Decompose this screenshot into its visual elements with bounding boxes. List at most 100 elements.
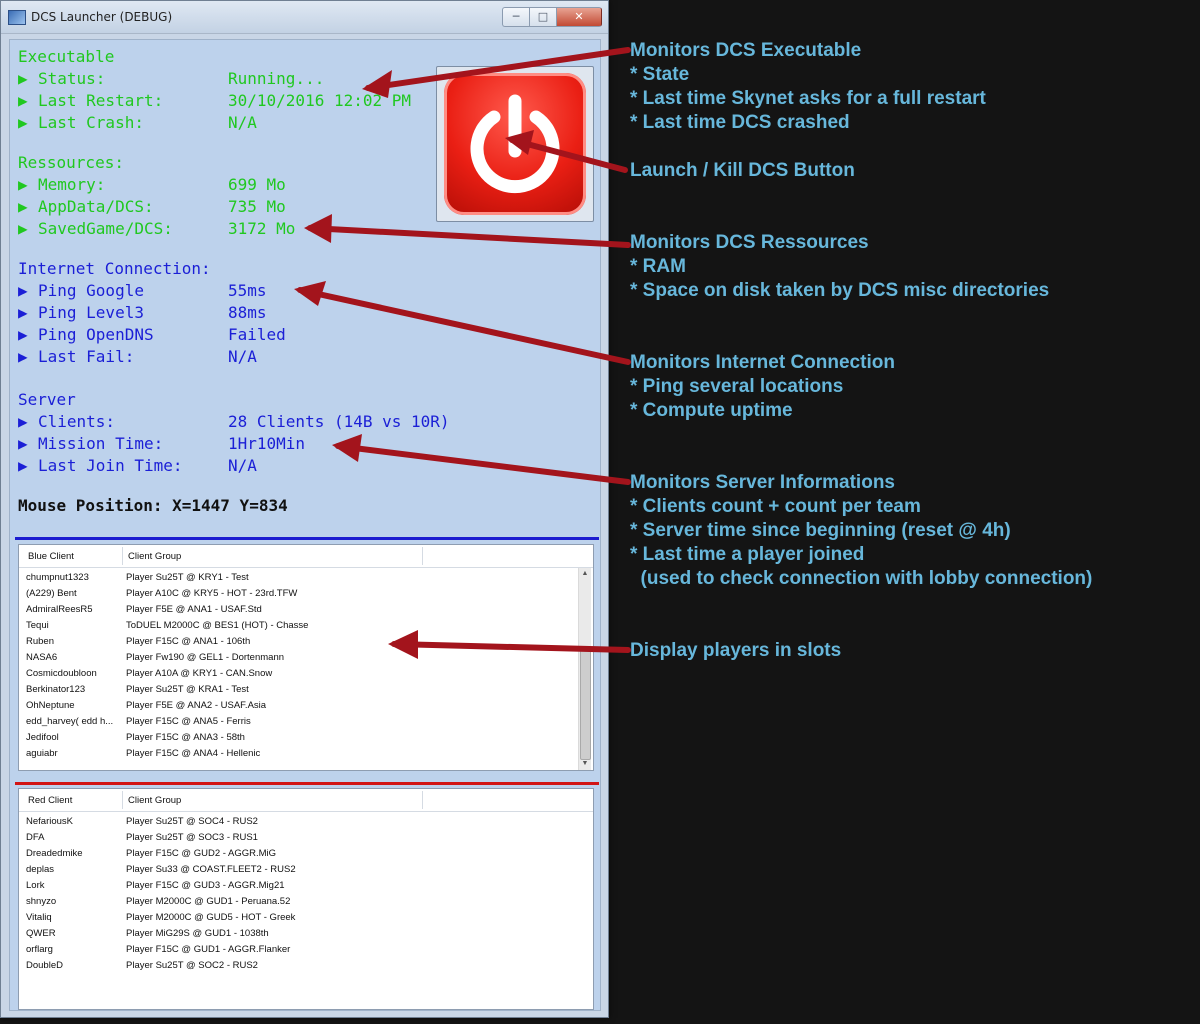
list-item[interactable]: Cosmicdoubloon Player A10A @ KRY1 - CAN.S…: [26, 668, 272, 684]
client-group: Player Su25T @ KRY1 - Test: [126, 572, 249, 583]
column-header-client-group[interactable]: Client Group: [128, 551, 181, 562]
client-name: Berkinator123: [26, 684, 86, 695]
column-separator: [422, 547, 423, 565]
client-name: DFA: [26, 832, 45, 843]
annotation-executable: Monitors DCS Executable * State * Last t…: [630, 40, 986, 133]
column-header-red-client[interactable]: Red Client: [28, 795, 72, 806]
column-separator: [122, 791, 123, 809]
client-group: Player F15C @ GUD2 - AGGR.MiG: [126, 848, 277, 859]
column-header-blue-client[interactable]: Blue Client: [28, 551, 74, 562]
client-name: OhNeptune: [26, 700, 75, 711]
last-restart-row: ▶ Last Restart: 30/10/2016 12:02 PM: [18, 90, 411, 112]
row-label: Last Restart:: [38, 91, 164, 110]
client-name: orflarg: [26, 944, 53, 955]
row-value: 30/10/2016 12:02 PM: [228, 91, 412, 110]
column-header-client-group[interactable]: Client Group: [128, 795, 181, 806]
section-title-internet: Internet Connection:: [18, 259, 211, 278]
client-name: NefariousK: [26, 816, 73, 827]
client-name: Vitaliq: [26, 912, 52, 923]
row-label: Clients:: [38, 412, 116, 431]
mouse-position: Mouse Position: X=1447 Y=834: [18, 496, 288, 515]
list-item[interactable]: Berkinator123 Player Su25T @ KRA1 - Test: [26, 684, 249, 700]
triangle-right-icon: ▶: [18, 456, 28, 475]
row-label: Status:: [38, 69, 106, 88]
client-group: Player Su25T @ SOC2 - RUS2: [126, 960, 258, 971]
triangle-right-icon: ▶: [18, 69, 28, 88]
client-group: Player Su33 @ COAST.FLEET2 - RUS2: [126, 864, 296, 875]
client-name: Tequi: [26, 620, 49, 631]
scroll-thumb[interactable]: [580, 648, 591, 760]
row-label: Ping Level3: [38, 303, 144, 322]
list-item[interactable]: shnyzo Player M2000C @ GUD1 - Peruana.52: [26, 896, 290, 912]
client-name: deplas: [26, 864, 54, 875]
list-item[interactable]: Lork Player F15C @ GUD3 - AGGR.Mig21: [26, 880, 285, 896]
client-group: Player Su25T @ KRA1 - Test: [126, 684, 249, 695]
row-value: 735 Mo: [228, 197, 286, 216]
annotation-server: Monitors Server Informations * Clients c…: [630, 472, 1093, 589]
client-name: Cosmicdoubloon: [26, 668, 97, 679]
list-item[interactable]: Jedifool Player F15C @ ANA3 - 58th: [26, 732, 245, 748]
blue-list-scrollbar[interactable]: ▲ ▼: [578, 568, 591, 770]
list-item[interactable]: NefariousK Player Su25T @ SOC4 - RUS2: [26, 816, 258, 832]
launcher-window: DCS Launcher (DEBUG) ─ □ ✕ Executable ▶ S…: [0, 0, 609, 1018]
section-title-executable: Executable: [18, 47, 115, 66]
power-icon: [470, 94, 560, 194]
list-item[interactable]: NASA6 Player Fw190 @ GEL1 - Dortenmann: [26, 652, 284, 668]
list-item[interactable]: orflarg Player F15C @ GUD1 - AGGR.Flanker: [26, 944, 290, 960]
title-bar[interactable]: DCS Launcher (DEBUG) ─ □ ✕: [1, 1, 608, 34]
app-icon: [8, 10, 26, 25]
red-list-header: Red Client Client Group: [19, 789, 593, 812]
client-name: Ruben: [26, 636, 54, 647]
minimize-button[interactable]: ─: [502, 7, 529, 27]
list-item[interactable]: edd_harvey( edd h... Player F15C @ ANA5 -…: [26, 716, 251, 732]
list-item[interactable]: (A229) Bent Player A10C @ KRY5 - HOT - 23…: [26, 588, 297, 604]
client-name: DoubleD: [26, 960, 63, 971]
ping-google-row: ▶ Ping Google 55ms: [18, 280, 267, 302]
section-title-server: Server: [18, 390, 76, 409]
mission-time-row: ▶ Mission Time: 1Hr10Min: [18, 433, 305, 455]
list-item[interactable]: OhNeptune Player F5E @ ANA2 - USAF.Asia: [26, 700, 266, 716]
triangle-right-icon: ▶: [18, 175, 28, 194]
last-fail-row: ▶ Last Fail: N/A: [18, 346, 257, 368]
triangle-right-icon: ▶: [18, 219, 28, 238]
list-item[interactable]: DFA Player Su25T @ SOC3 - RUS1: [26, 832, 258, 848]
red-client-list[interactable]: Red Client Client Group NefariousK Player…: [18, 788, 594, 1010]
row-label: Ping OpenDNS: [38, 325, 154, 344]
row-label: SavedGame/DCS:: [38, 219, 173, 238]
launch-kill-button[interactable]: [436, 66, 594, 222]
list-item[interactable]: DoubleD Player Su25T @ SOC2 - RUS2: [26, 960, 258, 976]
client-group: ToDUEL M2000C @ BES1 (HOT) - Chasse: [126, 620, 309, 631]
triangle-right-icon: ▶: [18, 325, 28, 344]
list-item[interactable]: Tequi ToDUEL M2000C @ BES1 (HOT) - Chasse: [26, 620, 308, 636]
scroll-up-icon[interactable]: ▲: [579, 568, 591, 580]
list-item[interactable]: AdmiralReesR5 Player F5E @ ANA1 - USAF.St…: [26, 604, 262, 620]
list-item[interactable]: Dreadedmike Player F15C @ GUD2 - AGGR.MiG: [26, 848, 276, 864]
window-title: DCS Launcher (DEBUG): [31, 10, 173, 24]
caption-buttons: ─ □ ✕: [502, 7, 602, 27]
blue-client-list[interactable]: Blue Client Client Group chumpnut1323 Pla…: [18, 544, 594, 771]
row-value: N/A: [228, 347, 257, 366]
list-item[interactable]: Vitaliq Player M2000C @ GUD5 - HOT - Gree…: [26, 912, 295, 928]
row-label: Mission Time:: [38, 434, 164, 453]
list-item[interactable]: aguiabr Player F15C @ ANA4 - Hellenic: [26, 748, 260, 764]
ping-opendns-row: ▶ Ping OpenDNS Failed: [18, 324, 286, 346]
client-name: Lork: [26, 880, 45, 891]
list-item[interactable]: chumpnut1323 Player Su25T @ KRY1 - Test: [26, 572, 249, 588]
annotation-players: Display players in slots: [630, 640, 842, 661]
column-separator: [422, 791, 423, 809]
power-button-face: [444, 73, 586, 215]
maximize-button[interactable]: □: [529, 7, 556, 27]
row-value: N/A: [228, 113, 257, 132]
triangle-right-icon: ▶: [18, 347, 28, 366]
list-item[interactable]: Ruben Player F15C @ ANA1 - 106th: [26, 636, 250, 652]
close-button[interactable]: ✕: [556, 7, 602, 27]
list-item[interactable]: QWER Player MiG29S @ GUD1 - 1038th: [26, 928, 269, 944]
client-group: Player Su25T @ SOC3 - RUS1: [126, 832, 258, 843]
annotation-resources: Monitors DCS Ressources * RAM * Space on…: [630, 232, 1050, 301]
row-label: Last Fail:: [38, 347, 135, 366]
scroll-down-icon[interactable]: ▼: [579, 758, 591, 770]
clients-row: ▶ Clients: 28 Clients (14B vs 10R): [18, 411, 450, 433]
triangle-right-icon: ▶: [18, 303, 28, 322]
list-item[interactable]: deplas Player Su33 @ COAST.FLEET2 - RUS2: [26, 864, 296, 880]
client-group: Player F5E @ ANA1 - USAF.Std: [126, 604, 262, 615]
